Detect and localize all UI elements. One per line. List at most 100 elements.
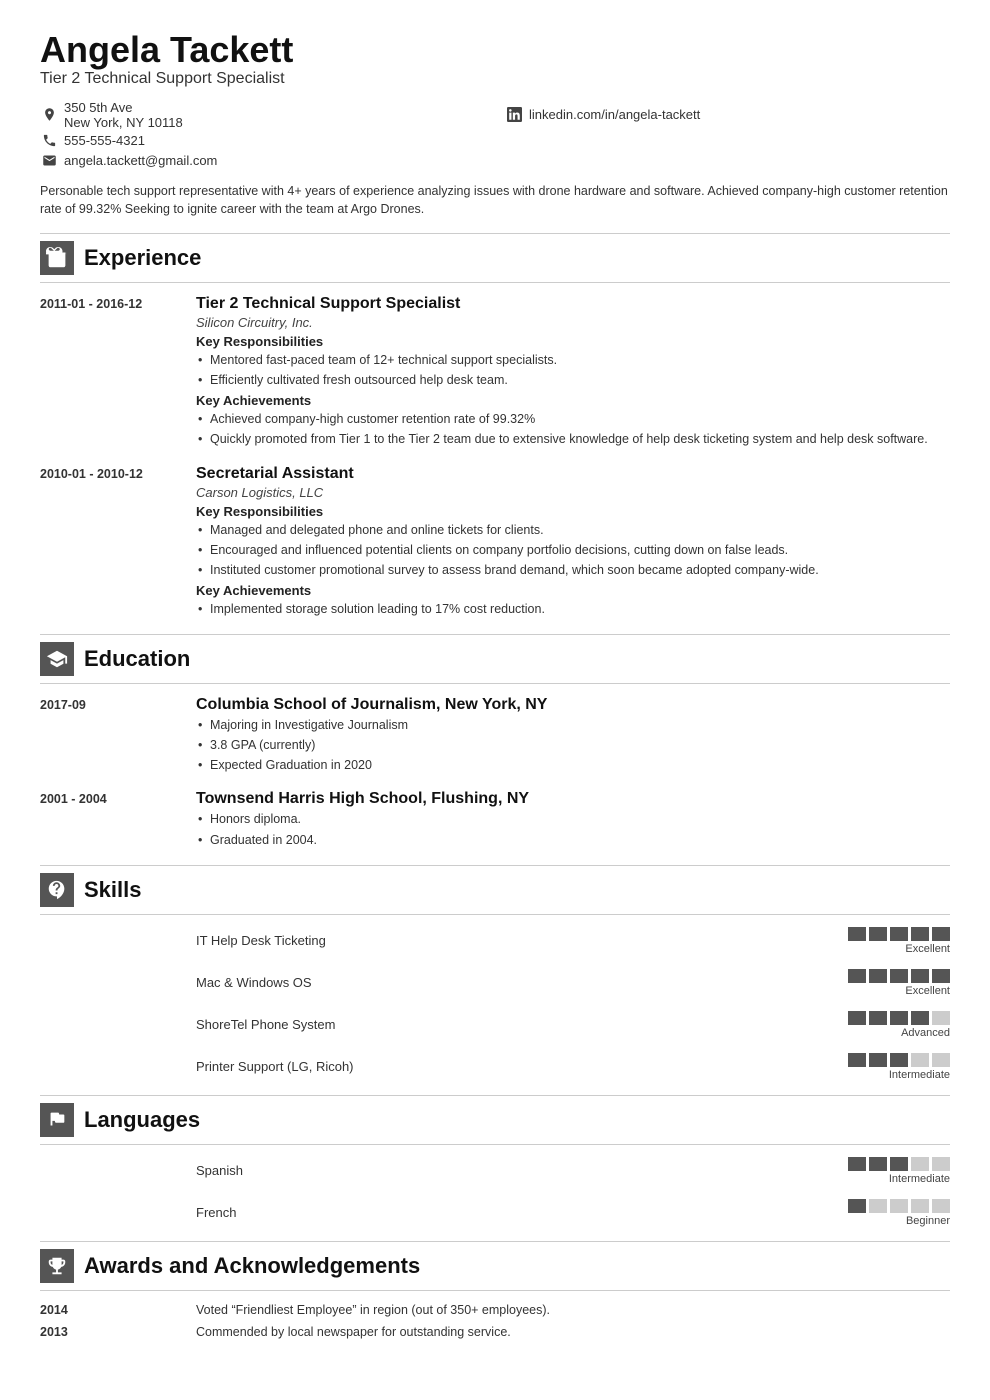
experience-entries: 2011-01 - 2016-12 Tier 2 Technical Suppo… (40, 295, 950, 620)
lang-bar-1: Beginner (848, 1199, 950, 1227)
edu-2-date: 2001 - 2004 (40, 790, 180, 850)
job-entry-2: 2010-01 - 2010-12 Secretarial Assistant … (40, 465, 950, 621)
candidate-name: Angela Tackett (40, 30, 950, 70)
job-2-resp-list: Managed and delegated phone and online t… (196, 521, 950, 579)
skill-bar-2: Advanced (848, 1011, 950, 1039)
edu-1-title: Columbia School of Journalism, New York,… (196, 696, 950, 714)
edu-2-list: Honors diploma. Graduated in 2004. (196, 810, 950, 848)
job-1-resp-label: Key Responsibilities (196, 334, 950, 349)
awards-section: Awards and Acknowledgements 2014 Voted “… (40, 1241, 950, 1339)
job-1-content: Tier 2 Technical Support Specialist Sili… (196, 295, 950, 451)
phone-icon (40, 132, 58, 150)
list-item: Quickly promoted from Tier 1 to the Tier… (196, 430, 950, 448)
linkedin-icon (505, 106, 523, 124)
education-icon (40, 642, 74, 676)
awards-title: Awards and Acknowledgements (84, 1253, 420, 1279)
skill-row-1: Mac & Windows OS Excellent (40, 969, 950, 997)
list-item: Mentored fast-paced team of 12+ technica… (196, 351, 950, 369)
lang-level-0: Intermediate (889, 1173, 950, 1185)
education-header: Education (40, 634, 950, 684)
skill-row-0: IT Help Desk Ticketing Excellent (40, 927, 950, 955)
list-item: Honors diploma. (196, 810, 950, 828)
list-item: 3.8 GPA (currently) (196, 736, 950, 754)
languages-header: Languages (40, 1095, 950, 1145)
lang-row-1: French Beginner (40, 1199, 950, 1227)
skills-entries: IT Help Desk Ticketing Excellent Mac & W… (40, 927, 950, 1081)
award-row-0: 2014 Voted “Friendliest Employee” in reg… (40, 1303, 950, 1317)
skill-row-2: ShoreTel Phone System Advanced (40, 1011, 950, 1039)
education-entries: 2017-09 Columbia School of Journalism, N… (40, 696, 950, 851)
candidate-title: Tier 2 Technical Support Specialist (40, 70, 950, 88)
phone-text: 555-555-4321 (64, 133, 145, 148)
job-2-content: Secretarial Assistant Carson Logistics, … (196, 465, 950, 621)
job-1-resp-list: Mentored fast-paced team of 12+ technica… (196, 351, 950, 389)
email-icon (40, 152, 58, 170)
skill-bar-1: Excellent (848, 969, 950, 997)
skill-row-3: Printer Support (LG, Ricoh) Intermediate (40, 1053, 950, 1081)
languages-icon (40, 1103, 74, 1137)
lang-name-0: Spanish (196, 1163, 832, 1178)
skill-level-1: Excellent (905, 985, 950, 997)
email-item: angela.tackett@gmail.com (40, 152, 485, 170)
job-entry-1: 2011-01 - 2016-12 Tier 2 Technical Suppo… (40, 295, 950, 451)
edu-1-list: Majoring in Investigative Journalism 3.8… (196, 716, 950, 774)
list-item: Expected Graduation in 2020 (196, 756, 950, 774)
summary-text: Personable tech support representative w… (40, 182, 950, 220)
list-item: Encouraged and influenced potential clie… (196, 541, 950, 559)
languages-title: Languages (84, 1107, 200, 1133)
job-1-org: Silicon Circuitry, Inc. (196, 315, 950, 330)
award-year-0: 2014 (40, 1303, 180, 1317)
phone-item: 555-555-4321 (40, 132, 485, 150)
linkedin-text: linkedin.com/in/angela-tackett (529, 107, 700, 122)
job-2-org: Carson Logistics, LLC (196, 485, 950, 500)
skills-title: Skills (84, 877, 141, 903)
edu-2-title: Townsend Harris High School, Flushing, N… (196, 790, 950, 808)
skills-section: Skills IT Help Desk Ticketing Excellent … (40, 865, 950, 1081)
languages-entries: Spanish Intermediate French Beginner (40, 1157, 950, 1227)
list-item: Majoring in Investigative Journalism (196, 716, 950, 734)
address-text: 350 5th Ave New York, NY 10118 (64, 100, 183, 130)
job-2-ach-label: Key Achievements (196, 583, 950, 598)
job-2-resp-label: Key Responsibilities (196, 504, 950, 519)
skill-name-2: ShoreTel Phone System (196, 1017, 832, 1032)
education-title: Education (84, 646, 190, 672)
awards-icon (40, 1249, 74, 1283)
linkedin-item: linkedin.com/in/angela-tackett (505, 100, 950, 130)
email-text: angela.tackett@gmail.com (64, 153, 217, 168)
job-1-date: 2011-01 - 2016-12 (40, 295, 180, 451)
skill-bar-3: Intermediate (848, 1053, 950, 1081)
location-icon (40, 106, 58, 124)
list-item: Managed and delegated phone and online t… (196, 521, 950, 539)
list-item: Graduated in 2004. (196, 831, 950, 849)
skill-name-1: Mac & Windows OS (196, 975, 832, 990)
experience-title: Experience (84, 245, 201, 271)
award-year-1: 2013 (40, 1325, 180, 1339)
skill-name-3: Printer Support (LG, Ricoh) (196, 1059, 832, 1074)
skill-name-0: IT Help Desk Ticketing (196, 933, 832, 948)
experience-section: Experience 2011-01 - 2016-12 Tier 2 Tech… (40, 233, 950, 620)
award-text-0: Voted “Friendliest Employee” in region (… (196, 1303, 950, 1317)
lang-row-0: Spanish Intermediate (40, 1157, 950, 1185)
education-section: Education 2017-09 Columbia School of Jou… (40, 634, 950, 851)
experience-icon (40, 241, 74, 275)
award-row-1: 2013 Commended by local newspaper for ou… (40, 1325, 950, 1339)
skill-bar-0: Excellent (848, 927, 950, 955)
skills-header: Skills (40, 865, 950, 915)
job-2-title: Secretarial Assistant (196, 465, 950, 483)
award-text-1: Commended by local newspaper for outstan… (196, 1325, 950, 1339)
edu-1-content: Columbia School of Journalism, New York,… (196, 696, 950, 776)
edu-1-date: 2017-09 (40, 696, 180, 776)
edu-entry-1: 2017-09 Columbia School of Journalism, N… (40, 696, 950, 776)
list-item: Efficiently cultivated fresh outsourced … (196, 371, 950, 389)
job-1-ach-list: Achieved company-high customer retention… (196, 410, 950, 448)
header: Angela Tackett Tier 2 Technical Support … (40, 30, 950, 170)
awards-entries: 2014 Voted “Friendliest Employee” in reg… (40, 1303, 950, 1339)
lang-name-1: French (196, 1205, 832, 1220)
skills-icon (40, 873, 74, 907)
edu-entry-2: 2001 - 2004 Townsend Harris High School,… (40, 790, 950, 850)
list-item: Achieved company-high customer retention… (196, 410, 950, 428)
job-1-title: Tier 2 Technical Support Specialist (196, 295, 950, 313)
job-1-ach-label: Key Achievements (196, 393, 950, 408)
list-item: Instituted customer promotional survey t… (196, 561, 950, 579)
list-item: Implemented storage solution leading to … (196, 600, 950, 618)
